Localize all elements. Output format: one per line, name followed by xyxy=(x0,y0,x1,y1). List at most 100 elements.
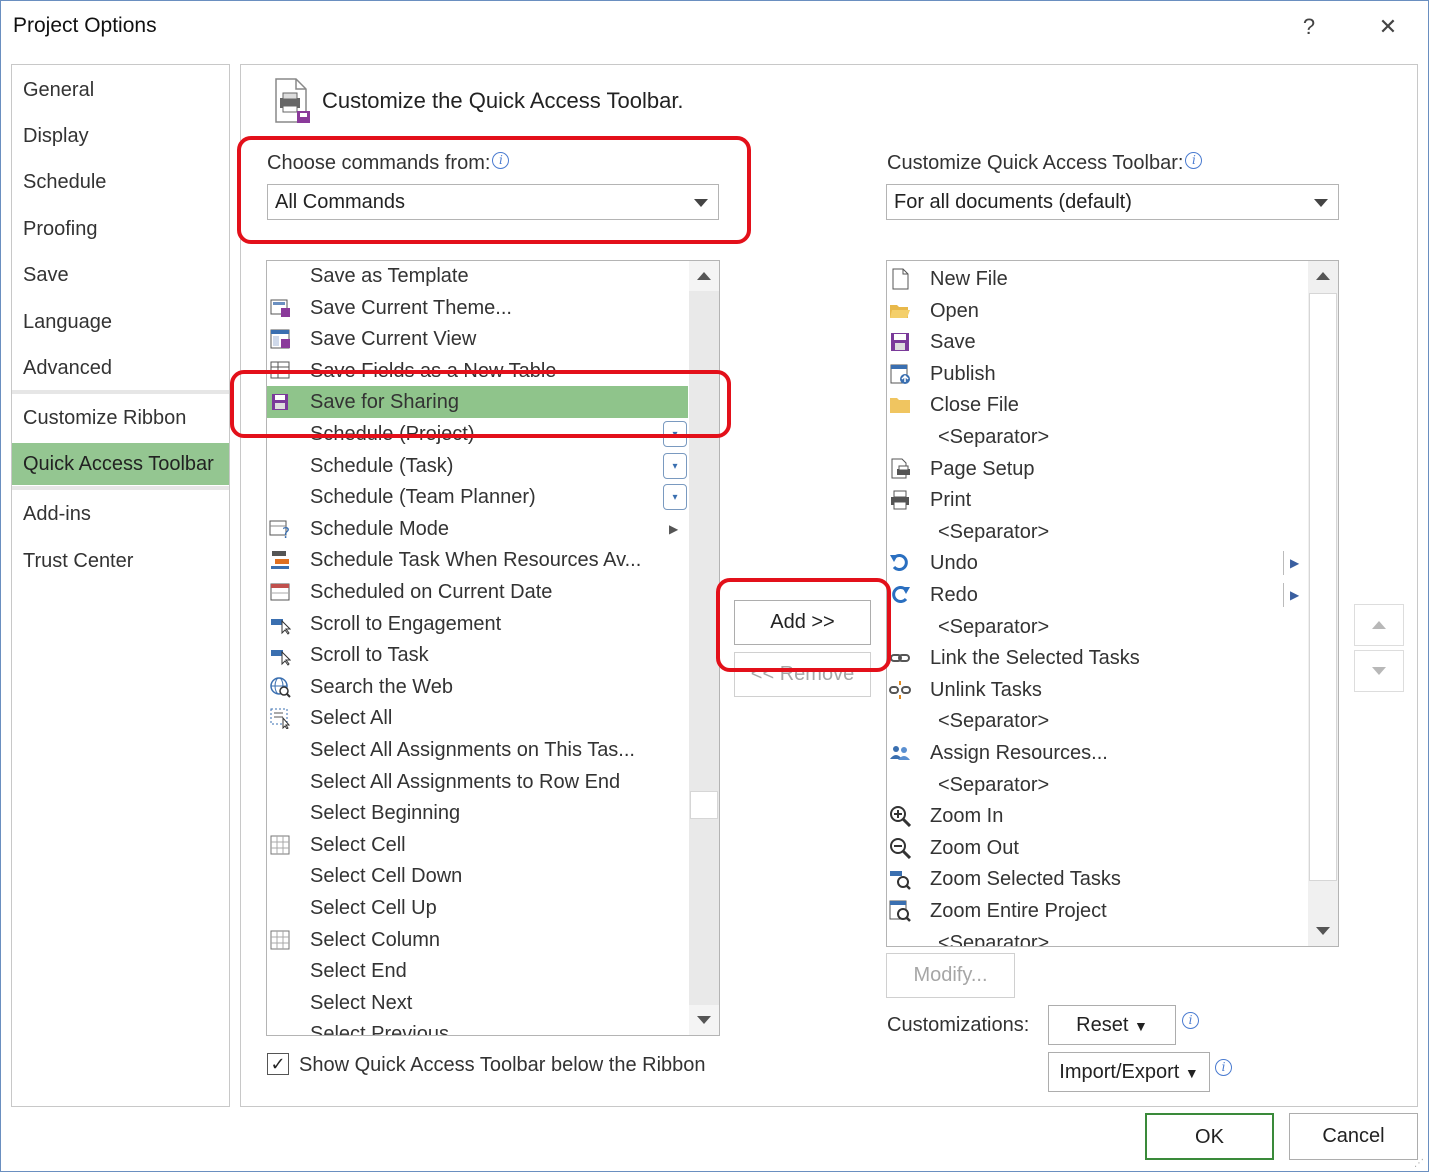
toolbar-item-redo[interactable]: Redo ▶ xyxy=(887,579,1307,611)
command-item-save-fields-as-a-new-table[interactable]: Save Fields as a New Table xyxy=(267,355,688,387)
command-item-select-next[interactable]: Select Next xyxy=(267,987,688,1019)
toolbar-separator[interactable]: <Separator> xyxy=(887,611,1307,643)
add-button[interactable]: Add >> xyxy=(734,600,871,645)
info-icon[interactable]: i xyxy=(1182,1012,1199,1029)
toolbar-item-unlink-tasks[interactable]: Unlink Tasks xyxy=(887,674,1307,706)
sidebar-item-add-ins[interactable]: Add-ins xyxy=(12,493,229,535)
command-item-select-all-assignments-to-row-end[interactable]: Select All Assignments to Row End xyxy=(267,766,688,798)
command-item-scheduled-on-current-date[interactable]: Scheduled on Current Date xyxy=(267,576,688,608)
page-setup-icon xyxy=(889,458,911,480)
ok-button[interactable]: OK xyxy=(1145,1113,1274,1160)
toolbar-separator[interactable]: <Separator> xyxy=(887,421,1307,453)
toolbar-item-zoom-selected-tasks[interactable]: Zoom Selected Tasks xyxy=(887,863,1307,895)
toolbar-item-close-file[interactable]: Close File xyxy=(887,389,1307,421)
move-up-button[interactable] xyxy=(1354,604,1404,646)
scroll-thumb[interactable] xyxy=(690,791,718,819)
commands-scrollbar[interactable] xyxy=(689,261,719,1035)
globe-search-icon xyxy=(269,676,291,698)
command-item-label: Scheduled on Current Date xyxy=(310,581,553,603)
sidebar-item-display[interactable]: Display xyxy=(12,115,229,157)
command-item-schedule-task-when-resources-av[interactable]: Schedule Task When Resources Av... xyxy=(267,544,688,576)
sidebar-item-general[interactable]: General xyxy=(12,69,229,111)
command-item-schedule-mode[interactable]: ? Schedule Mode ▶ xyxy=(267,513,688,545)
import-export-button[interactable]: Import/Export ▼ xyxy=(1048,1052,1210,1092)
theme-icon xyxy=(269,297,291,319)
sidebar-item-proofing[interactable]: Proofing xyxy=(12,208,229,250)
toolbar-separator[interactable]: <Separator> xyxy=(887,927,1307,947)
command-item-select-cell[interactable]: Select Cell xyxy=(267,829,688,861)
reset-button[interactable]: Reset ▼ xyxy=(1048,1005,1176,1045)
toolbar-scrollbar[interactable] xyxy=(1308,261,1338,946)
scroll-up-button[interactable] xyxy=(689,261,719,291)
scroll-up-button[interactable] xyxy=(1308,261,1338,291)
toolbar-item-page-setup[interactable]: Page Setup xyxy=(887,453,1307,485)
toolbar-separator[interactable]: <Separator> xyxy=(887,516,1307,548)
toolbar-item-label: Open xyxy=(930,299,979,322)
show-below-ribbon-checkbox[interactable]: ✓ xyxy=(267,1053,289,1075)
undo-icon xyxy=(889,552,911,574)
info-icon[interactable]: i xyxy=(1215,1059,1232,1076)
command-item-label: Select Cell Up xyxy=(310,897,437,919)
sidebar-item-trust-center[interactable]: Trust Center xyxy=(12,540,229,582)
command-item-save-for-sharing[interactable]: Save for Sharing xyxy=(267,386,688,419)
sidebar-item-customize-ribbon[interactable]: Customize Ribbon xyxy=(12,397,229,439)
sidebar-item-advanced[interactable]: Advanced xyxy=(12,347,229,389)
scroll-thumb[interactable] xyxy=(1309,293,1337,881)
toolbar-item-open[interactable]: Open xyxy=(887,295,1307,327)
remove-button[interactable]: << Remove xyxy=(734,652,871,697)
toolbar-item-zoom-in[interactable]: Zoom In xyxy=(887,800,1307,832)
command-item-scroll-to-task[interactable]: Scroll to Task xyxy=(267,639,688,671)
toolbar-item-label: <Separator> xyxy=(938,931,1050,947)
customize-qat-dropdown[interactable]: For all documents (default) xyxy=(886,184,1339,220)
toolbar-item-publish[interactable]: Publish xyxy=(887,358,1307,390)
toolbar-item-zoom-entire-project[interactable]: Zoom Entire Project xyxy=(887,895,1307,927)
customizations-label: Customizations: xyxy=(887,1014,1030,1036)
command-item-select-cell-up[interactable]: Select Cell Up xyxy=(267,892,688,924)
command-item-select-all[interactable]: Select All xyxy=(267,702,688,734)
command-item-label: Schedule (Team Planner) xyxy=(310,486,536,509)
toolbar-item-undo[interactable]: Undo ▶ xyxy=(887,547,1307,579)
command-item-save-current-theme[interactable]: Save Current Theme... xyxy=(267,292,688,324)
toolbar-item-zoom-out[interactable]: Zoom Out xyxy=(887,832,1307,864)
command-item-schedule-project[interactable]: Schedule (Project) ▾ xyxy=(267,418,688,450)
command-item-search-the-web[interactable]: Search the Web xyxy=(267,671,688,703)
cancel-button[interactable]: Cancel xyxy=(1289,1113,1418,1160)
sidebar-item-schedule[interactable]: Schedule xyxy=(12,161,229,203)
choose-commands-dropdown[interactable]: All Commands xyxy=(267,184,719,220)
close-button[interactable]: ✕ xyxy=(1373,12,1403,42)
command-item-select-cell-down[interactable]: Select Cell Down xyxy=(267,860,688,892)
move-down-button[interactable] xyxy=(1354,650,1404,692)
toolbar-item-print[interactable]: Print xyxy=(887,484,1307,516)
command-item-schedule-task[interactable]: Schedule (Task) ▾ xyxy=(267,450,688,482)
command-item-select-previous[interactable]: Select Previous xyxy=(267,1018,688,1035)
commands-list[interactable]: Save as Template Save Current Theme... Sav… xyxy=(266,260,720,1036)
toolbar-item-link-the-selected-tasks[interactable]: Link the Selected Tasks xyxy=(887,642,1307,674)
toolbar-item-new-file[interactable]: New File xyxy=(887,263,1307,295)
scroll-down-button[interactable] xyxy=(689,1005,719,1035)
toolbar-item-assign-resources[interactable]: Assign Resources... xyxy=(887,737,1307,769)
toolbar-item-label: <Separator> xyxy=(938,426,1050,448)
command-item-select-beginning[interactable]: Select Beginning xyxy=(267,797,688,829)
info-icon[interactable]: i xyxy=(1185,152,1203,169)
sidebar-item-quick-access-toolbar[interactable]: Quick Access Toolbar xyxy=(12,443,229,485)
command-item-select-all-assignments-on-this-tas[interactable]: Select All Assignments on This Tas... xyxy=(267,734,688,766)
sidebar-item-save[interactable]: Save xyxy=(12,254,229,296)
toolbar-separator[interactable]: <Separator> xyxy=(887,705,1307,737)
command-item-select-end[interactable]: Select End xyxy=(267,955,688,987)
command-item-select-column[interactable]: Select Column xyxy=(267,924,688,956)
help-button[interactable]: ? xyxy=(1294,12,1324,42)
scroll-down-button[interactable] xyxy=(1308,916,1338,946)
modify-button[interactable]: Modify... xyxy=(886,953,1015,998)
sidebar-item-language[interactable]: Language xyxy=(12,301,229,343)
command-item-save-as-template[interactable]: Save as Template xyxy=(267,261,688,292)
command-item-save-current-view[interactable]: Save Current View xyxy=(267,323,688,355)
toolbar-item-save[interactable]: Save xyxy=(887,326,1307,358)
zoom-in-icon xyxy=(889,805,912,828)
toolbar-separator[interactable]: <Separator> xyxy=(887,769,1307,801)
command-item-scroll-to-engagement[interactable]: Scroll to Engagement xyxy=(267,608,688,640)
toolbar-list[interactable]: New File Open Save Publish Close File <Separa… xyxy=(886,260,1339,947)
info-icon[interactable]: i xyxy=(492,152,510,169)
command-item-label: Save Current View xyxy=(310,328,477,351)
command-item-schedule-team-planner[interactable]: Schedule (Team Planner) ▾ xyxy=(267,481,688,513)
resize-grip-icon[interactable]: ⋰ xyxy=(1414,1158,1424,1169)
